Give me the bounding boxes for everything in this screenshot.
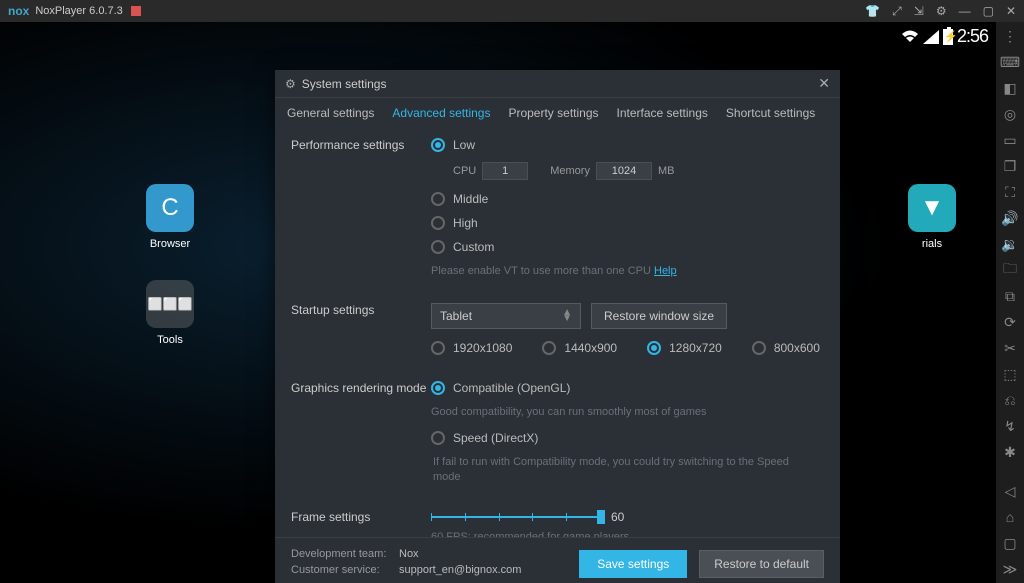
app-title: NoxPlayer 6.0.7.3 <box>35 5 122 17</box>
tshirt-icon[interactable]: 👕 <box>865 4 880 19</box>
dialog-footer: Development team: Nox Customer service: su… <box>275 537 840 583</box>
app-logo: nox <box>8 4 29 18</box>
restore-window-size-button[interactable]: Restore window size <box>591 303 727 329</box>
graphics-speed-hint: If fail to run with Compatibility mode, … <box>433 455 793 486</box>
tab-property[interactable]: Property settings <box>508 106 598 120</box>
apk-icon[interactable]: 🗀 <box>1002 262 1018 278</box>
res-800x600-radio[interactable]: 800x600 <box>752 341 820 355</box>
res-1920x1080-radio[interactable]: 1920x1080 <box>431 341 512 355</box>
vt-hint: Please enable VT to use more than one CP… <box>431 264 791 279</box>
maximize-icon[interactable]: ▢ <box>983 4 994 19</box>
notification-indicator <box>131 6 141 16</box>
perf-custom-label: Custom <box>453 240 494 254</box>
performance-label: Performance settings <box>291 138 431 289</box>
dev-team-value: Nox <box>399 548 419 560</box>
dialog-tabs: General settings Advanced settings Prope… <box>275 98 840 126</box>
fps-slider[interactable] <box>431 516 601 518</box>
memory-unit: MB <box>658 165 675 177</box>
keymap-icon[interactable]: ◧ <box>1002 80 1018 96</box>
scissors-icon[interactable]: ✂ <box>1002 340 1018 356</box>
rials-app-icon[interactable]: ▼ rials <box>902 184 962 250</box>
record-icon[interactable]: ⬚ <box>1002 366 1018 382</box>
help-link[interactable]: Help <box>654 265 677 277</box>
customer-service-value: support_en@bignox.com <box>399 564 521 576</box>
dev-team-label: Development team: <box>291 548 391 560</box>
battery-icon: ⚡ <box>943 29 953 45</box>
signal-icon <box>923 30 939 44</box>
keyboard-icon[interactable]: ⌨ <box>1002 54 1018 70</box>
script-icon[interactable]: ⎌ <box>1002 392 1018 408</box>
screenshot-icon[interactable]: ⧉ <box>1002 288 1018 304</box>
rotate-icon[interactable]: ⟳ <box>1002 314 1018 330</box>
graphics-compat-radio[interactable]: Compatible (OpenGL) <box>431 381 824 395</box>
dialog-header: ⚙ System settings ✕ <box>275 70 840 98</box>
volume-down-icon[interactable]: 🔉 <box>1002 236 1018 252</box>
res-1280x720-radio[interactable]: 1280x720 <box>647 341 722 355</box>
startup-label: Startup settings <box>291 303 431 367</box>
rials-label: rials <box>902 238 962 250</box>
folder-icon[interactable]: ▭ <box>1002 132 1018 148</box>
browser-app-icon[interactable]: C Browser <box>140 184 200 250</box>
perf-low-radio[interactable]: Low <box>431 138 824 152</box>
gear-icon: ⚙ <box>285 77 296 91</box>
back-icon[interactable]: ◁ <box>1002 483 1018 499</box>
tab-interface[interactable]: Interface settings <box>617 106 708 120</box>
cpu-input[interactable] <box>482 162 528 180</box>
emulator-viewport: ⚡ 2:56 ▶ C Browser ⬜⬜⬜ Tools ▼ rials ⎋ ⚙… <box>0 22 996 583</box>
close-icon[interactable]: ✕ <box>818 75 830 92</box>
frame-label: Frame settings <box>291 510 431 537</box>
memory-label: Memory <box>550 165 590 177</box>
pin-icon[interactable]: ⇲ <box>914 4 924 19</box>
minimize-icon[interactable]: — <box>959 4 971 19</box>
perf-low-label: Low <box>453 138 475 152</box>
close-window-icon[interactable]: ✕ <box>1006 4 1016 19</box>
save-settings-button[interactable]: Save settings <box>579 550 687 578</box>
volume-up-icon[interactable]: 🔊 <box>1002 210 1018 226</box>
perf-high-label: High <box>453 216 478 230</box>
perf-middle-radio[interactable]: Middle <box>431 192 824 206</box>
shake-icon[interactable]: ↯ <box>1002 418 1018 434</box>
window-titlebar: nox NoxPlayer 6.0.7.3 👕 ⤢ ⇲ ⚙ — ▢ ✕ <box>0 0 1024 22</box>
android-status-bar: ⚡ 2:56 <box>901 26 988 47</box>
tools-folder-icon[interactable]: ⬜⬜⬜ Tools <box>140 280 200 346</box>
startup-mode-value: Tablet <box>440 309 472 323</box>
tab-general[interactable]: General settings <box>287 106 374 120</box>
more-icon[interactable]: ≫ <box>1002 561 1018 577</box>
recent-icon[interactable]: ▢ <box>1002 535 1018 551</box>
restore-default-button[interactable]: Restore to default <box>699 550 824 578</box>
graphics-compat-hint: Good compatibility, you can run smoothly… <box>431 405 791 420</box>
customer-service-label: Customer service: <box>291 564 391 576</box>
settings-gear-icon[interactable]: ⚙ <box>936 4 947 19</box>
fullscreen-icon[interactable]: ⛶ <box>1002 184 1018 200</box>
emulator-sidebar: ⋮ ⌨ ◧ ◎ ▭ ❐ ⛶ 🔊 🔉 🗀 ⧉ ⟳ ✂ ⬚ ⎌ ↯ ✱ ◁ ⌂ ▢ … <box>996 22 1024 583</box>
chevron-updown-icon: ▲▼ <box>562 310 572 322</box>
home-icon[interactable]: ⌂ <box>1002 509 1018 525</box>
perf-high-radio[interactable]: High <box>431 216 824 230</box>
tab-shortcut[interactable]: Shortcut settings <box>726 106 815 120</box>
browser-label: Browser <box>140 238 200 250</box>
perf-custom-radio[interactable]: Custom <box>431 240 824 254</box>
expand-icon[interactable]: ⤢ <box>892 4 902 19</box>
dialog-title: System settings <box>302 77 387 91</box>
startup-mode-select[interactable]: Tablet ▲▼ <box>431 303 581 329</box>
memory-input[interactable] <box>596 162 652 180</box>
fps-value: 60 <box>611 510 624 524</box>
wifi-icon <box>901 30 919 44</box>
settings-icon[interactable]: ✱ <box>1002 444 1018 460</box>
cpu-label: CPU <box>453 165 476 177</box>
graphics-label: Graphics rendering mode <box>291 381 431 495</box>
graphics-speed-radio[interactable]: Speed (DirectX) <box>431 431 824 445</box>
menu-dots-icon[interactable]: ⋮ <box>1002 28 1018 44</box>
perf-middle-label: Middle <box>453 192 488 206</box>
res-1440x900-radio[interactable]: 1440x900 <box>542 341 617 355</box>
clock: 2:56 <box>957 26 988 47</box>
fps-hint: 60 FPS: recommended for game players 20 … <box>431 530 791 537</box>
system-settings-dialog: ⚙ System settings ✕ General settings Adv… <box>275 70 840 583</box>
tools-label: Tools <box>140 334 200 346</box>
location-icon[interactable]: ◎ <box>1002 106 1018 122</box>
multi-instance-icon[interactable]: ❐ <box>1002 158 1018 174</box>
tab-advanced[interactable]: Advanced settings <box>392 106 490 120</box>
